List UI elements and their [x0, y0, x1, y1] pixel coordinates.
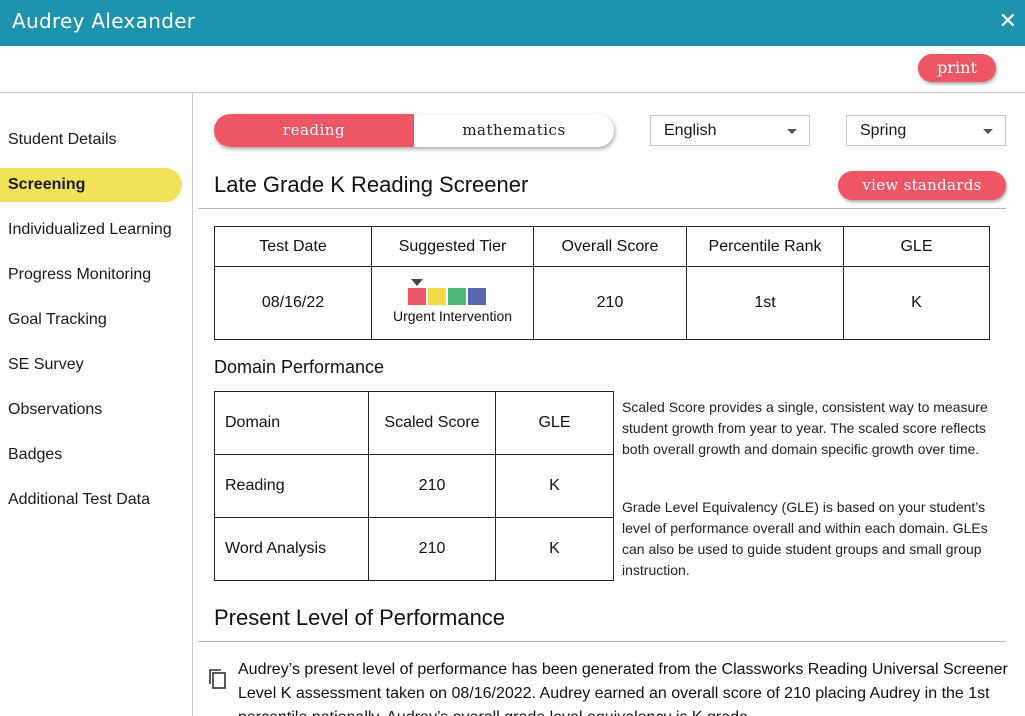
table-row: Word Analysis 210 K	[214, 517, 614, 581]
gle-cell: K	[495, 454, 614, 518]
domain-performance-title: Domain Performance	[214, 357, 385, 377]
column-header: Scaled Score	[368, 391, 496, 455]
season-select[interactable]: Spring	[846, 115, 1006, 146]
domain-performance-table: Domain Scaled Score GLE Reading 210 K Wo…	[214, 391, 614, 581]
subject-toggle: reading mathematics	[214, 114, 614, 147]
overall-score-cell: 210	[533, 266, 687, 340]
screener-score-table: Test Date Suggested Tier Overall Score P…	[214, 226, 990, 340]
gle-note: Grade Level Equivalency (GLE) is based o…	[622, 499, 988, 578]
season-select-value: Spring	[860, 122, 907, 139]
tier-pointer-icon	[410, 278, 423, 286]
suggested-tier-cell: Urgent Intervention	[371, 266, 534, 340]
sidebar-item-goal-tracking[interactable]: Goal Tracking	[0, 303, 182, 337]
scaled-score-note: Scaled Score provides a single, consiste…	[622, 399, 988, 457]
language-select[interactable]: English	[650, 115, 810, 146]
sidebar-item-badges[interactable]: Badges	[0, 438, 182, 472]
mathematics-tab[interactable]: mathematics	[414, 114, 614, 147]
tier-label: Urgent Intervention	[392, 307, 513, 324]
present-level-text: Audrey’s present level of performance ha…	[238, 661, 1008, 716]
chevron-down-icon	[983, 129, 993, 134]
screener-title: Late Grade K Reading Screener	[214, 172, 529, 197]
sidebar-item-se-survey[interactable]: SE Survey	[0, 348, 182, 382]
column-header: GLE	[843, 226, 990, 267]
domain-cell: Reading	[214, 454, 369, 518]
table-row: 08/16/22 Urgent Intervention 210 1st K	[214, 266, 990, 340]
column-header: Overall Score	[533, 226, 687, 267]
sidebar-item-student-details[interactable]: Student Details	[0, 123, 182, 157]
column-header: Domain	[214, 391, 369, 455]
tier-indicator: Urgent Intervention	[393, 278, 512, 324]
close-icon[interactable]: ✕	[999, 9, 1017, 34]
view-standards-button[interactable]: view standards	[838, 171, 1006, 200]
percentile-rank-cell: 1st	[686, 266, 844, 340]
sidebar-divider	[192, 93, 193, 716]
present-level-title: Present Level of Performance	[214, 605, 506, 630]
tier-segment-3	[447, 287, 466, 305]
gle-cell: K	[843, 266, 990, 340]
table-row: Reading 210 K	[214, 454, 614, 518]
tier-segment-2	[427, 287, 446, 305]
sidebar-item-additional-test-data[interactable]: Additional Test Data	[0, 483, 182, 517]
window-title: Audrey Alexander	[12, 9, 196, 33]
tier-segment-1	[407, 287, 426, 305]
column-header: Test Date	[214, 226, 372, 267]
column-header: GLE	[495, 391, 614, 455]
tier-segment-4	[467, 287, 486, 305]
sidebar-item-progress-monitoring[interactable]: Progress Monitoring	[0, 258, 182, 292]
sidebar-item-individualized-learning[interactable]: Individualized Learning	[0, 213, 182, 247]
chevron-down-icon	[787, 129, 797, 134]
present-level-divider	[198, 641, 1006, 642]
test-date-cell: 08/16/22	[214, 266, 372, 340]
gle-cell: K	[495, 517, 614, 581]
copy-icon[interactable]	[207, 667, 229, 691]
sidebar-item-screening[interactable]: Screening	[0, 168, 182, 202]
sidebar-item-observations[interactable]: Observations	[0, 393, 182, 427]
scaled-score-cell: 210	[368, 517, 496, 581]
language-select-value: English	[664, 122, 717, 139]
table-header-row: Domain Scaled Score GLE	[214, 391, 614, 455]
title-bar: Audrey Alexander ✕	[0, 0, 1025, 46]
screener-divider	[198, 208, 1006, 209]
domain-cell: Word Analysis	[214, 517, 369, 581]
print-button[interactable]: print	[918, 54, 996, 82]
reading-tab[interactable]: reading	[214, 114, 414, 147]
column-header: Suggested Tier	[371, 226, 534, 267]
column-header: Percentile Rank	[686, 226, 844, 267]
table-header-row: Test Date Suggested Tier Overall Score P…	[214, 226, 990, 267]
scaled-score-cell: 210	[368, 454, 496, 518]
header-divider	[0, 92, 1025, 93]
